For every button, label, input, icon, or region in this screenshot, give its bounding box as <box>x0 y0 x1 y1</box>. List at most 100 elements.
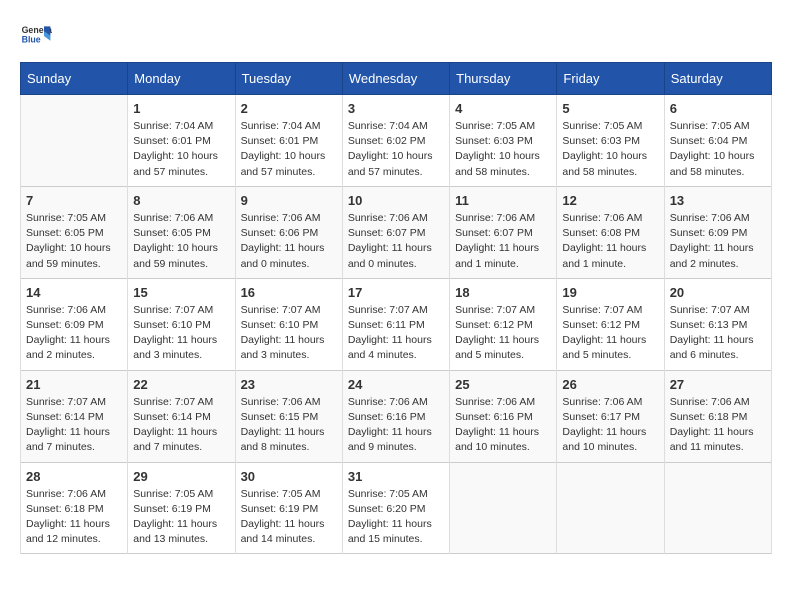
day-number: 5 <box>562 101 658 116</box>
day-number: 26 <box>562 377 658 392</box>
day-number: 8 <box>133 193 229 208</box>
day-number: 23 <box>241 377 337 392</box>
calendar-cell: 11 Sunrise: 7:06 AM Sunset: 6:07 PM Dayli… <box>450 186 557 278</box>
day-info: Sunrise: 7:05 AM Sunset: 6:03 PM Dayligh… <box>562 119 658 180</box>
calendar-cell: 23 Sunrise: 7:06 AM Sunset: 6:15 PM Dayli… <box>235 370 342 462</box>
day-number: 1 <box>133 101 229 116</box>
day-info: Sunrise: 7:05 AM Sunset: 6:04 PM Dayligh… <box>670 119 766 180</box>
day-info: Sunrise: 7:06 AM Sunset: 6:16 PM Dayligh… <box>455 395 551 456</box>
calendar-cell: 17 Sunrise: 7:07 AM Sunset: 6:11 PM Dayli… <box>342 278 449 370</box>
weekday-header-monday: Monday <box>128 63 235 95</box>
calendar-cell <box>557 462 664 554</box>
calendar-cell: 5 Sunrise: 7:05 AM Sunset: 6:03 PM Daylig… <box>557 95 664 187</box>
calendar-cell: 25 Sunrise: 7:06 AM Sunset: 6:16 PM Dayli… <box>450 370 557 462</box>
day-info: Sunrise: 7:07 AM Sunset: 6:12 PM Dayligh… <box>562 303 658 364</box>
calendar-cell: 31Sunrise: 7:05 AM Sunset: 6:20 PM Dayli… <box>342 462 449 554</box>
calendar-cell: 28 Sunrise: 7:06 AM Sunset: 6:18 PM Dayli… <box>21 462 128 554</box>
calendar-cell <box>21 95 128 187</box>
day-info: Sunrise: 7:07 AM Sunset: 6:11 PM Dayligh… <box>348 303 444 364</box>
day-info: Sunrise: 7:07 AM Sunset: 6:14 PM Dayligh… <box>133 395 229 456</box>
day-number: 2 <box>241 101 337 116</box>
day-number: 24 <box>348 377 444 392</box>
calendar-cell <box>664 462 771 554</box>
calendar-cell: 14 Sunrise: 7:06 AM Sunset: 6:09 PM Dayli… <box>21 278 128 370</box>
day-info: Sunrise: 7:04 AM Sunset: 6:01 PM Dayligh… <box>133 119 229 180</box>
day-info: Sunrise: 7:07 AM Sunset: 6:13 PM Dayligh… <box>670 303 766 364</box>
day-number: 13 <box>670 193 766 208</box>
day-info: Sunrise: 7:06 AM Sunset: 6:18 PM Dayligh… <box>26 487 122 548</box>
day-info: Sunrise: 7:06 AM Sunset: 6:17 PM Dayligh… <box>562 395 658 456</box>
day-number: 20 <box>670 285 766 300</box>
logo: General Blue <box>20 20 52 52</box>
calendar-cell: 22 Sunrise: 7:07 AM Sunset: 6:14 PM Dayli… <box>128 370 235 462</box>
weekday-header-tuesday: Tuesday <box>235 63 342 95</box>
day-number: 25 <box>455 377 551 392</box>
day-info: Sunrise: 7:06 AM Sunset: 6:16 PM Dayligh… <box>348 395 444 456</box>
calendar-cell: 13 Sunrise: 7:06 AM Sunset: 6:09 PM Dayli… <box>664 186 771 278</box>
calendar-cell: 2 Sunrise: 7:04 AM Sunset: 6:01 PM Daylig… <box>235 95 342 187</box>
day-info: Sunrise: 7:07 AM Sunset: 6:14 PM Dayligh… <box>26 395 122 456</box>
day-info: Sunrise: 7:07 AM Sunset: 6:10 PM Dayligh… <box>133 303 229 364</box>
day-info: Sunrise: 7:06 AM Sunset: 6:09 PM Dayligh… <box>670 211 766 272</box>
day-info: Sunrise: 7:05 AM Sunset: 6:20 PM Dayligh… <box>348 487 444 548</box>
day-number: 3 <box>348 101 444 116</box>
day-number: 16 <box>241 285 337 300</box>
day-info: Sunrise: 7:06 AM Sunset: 6:09 PM Dayligh… <box>26 303 122 364</box>
day-info: Sunrise: 7:04 AM Sunset: 6:02 PM Dayligh… <box>348 119 444 180</box>
day-number: 22 <box>133 377 229 392</box>
day-info: Sunrise: 7:05 AM Sunset: 6:05 PM Dayligh… <box>26 211 122 272</box>
calendar-cell: 15 Sunrise: 7:07 AM Sunset: 6:10 PM Dayli… <box>128 278 235 370</box>
weekday-header-thursday: Thursday <box>450 63 557 95</box>
calendar-cell: 19 Sunrise: 7:07 AM Sunset: 6:12 PM Dayli… <box>557 278 664 370</box>
day-info: Sunrise: 7:06 AM Sunset: 6:07 PM Dayligh… <box>455 211 551 272</box>
weekday-header-wednesday: Wednesday <box>342 63 449 95</box>
day-info: Sunrise: 7:06 AM Sunset: 6:06 PM Dayligh… <box>241 211 337 272</box>
day-info: Sunrise: 7:06 AM Sunset: 6:15 PM Dayligh… <box>241 395 337 456</box>
calendar-cell: 29 Sunrise: 7:05 AM Sunset: 6:19 PM Dayli… <box>128 462 235 554</box>
day-number: 11 <box>455 193 551 208</box>
day-number: 12 <box>562 193 658 208</box>
day-number: 28 <box>26 469 122 484</box>
calendar-cell: 9 Sunrise: 7:06 AM Sunset: 6:06 PM Daylig… <box>235 186 342 278</box>
day-number: 27 <box>670 377 766 392</box>
week-row-3: 14 Sunrise: 7:06 AM Sunset: 6:09 PM Dayli… <box>21 278 772 370</box>
weekday-header-row: SundayMondayTuesdayWednesdayThursdayFrid… <box>21 63 772 95</box>
weekday-header-sunday: Sunday <box>21 63 128 95</box>
calendar-cell: 6Sunrise: 7:05 AM Sunset: 6:04 PM Daylig… <box>664 95 771 187</box>
day-info: Sunrise: 7:06 AM Sunset: 6:08 PM Dayligh… <box>562 211 658 272</box>
calendar-cell: 7 Sunrise: 7:05 AM Sunset: 6:05 PM Daylig… <box>21 186 128 278</box>
day-number: 7 <box>26 193 122 208</box>
day-number: 21 <box>26 377 122 392</box>
day-number: 14 <box>26 285 122 300</box>
logo-icon: General Blue <box>20 20 52 52</box>
week-row-2: 7 Sunrise: 7:05 AM Sunset: 6:05 PM Daylig… <box>21 186 772 278</box>
day-info: Sunrise: 7:05 AM Sunset: 6:19 PM Dayligh… <box>241 487 337 548</box>
day-number: 9 <box>241 193 337 208</box>
calendar-cell: 27Sunrise: 7:06 AM Sunset: 6:18 PM Dayli… <box>664 370 771 462</box>
day-info: Sunrise: 7:04 AM Sunset: 6:01 PM Dayligh… <box>241 119 337 180</box>
day-info: Sunrise: 7:07 AM Sunset: 6:12 PM Dayligh… <box>455 303 551 364</box>
calendar-cell: 20 Sunrise: 7:07 AM Sunset: 6:13 PM Dayli… <box>664 278 771 370</box>
week-row-1: 1 Sunrise: 7:04 AM Sunset: 6:01 PM Daylig… <box>21 95 772 187</box>
day-number: 17 <box>348 285 444 300</box>
calendar-cell: 30 Sunrise: 7:05 AM Sunset: 6:19 PM Dayli… <box>235 462 342 554</box>
calendar-cell <box>450 462 557 554</box>
day-info: Sunrise: 7:05 AM Sunset: 6:03 PM Dayligh… <box>455 119 551 180</box>
calendar-cell: 18Sunrise: 7:07 AM Sunset: 6:12 PM Dayli… <box>450 278 557 370</box>
calendar-cell: 24 Sunrise: 7:06 AM Sunset: 6:16 PM Dayli… <box>342 370 449 462</box>
calendar-cell: 16 Sunrise: 7:07 AM Sunset: 6:10 PM Dayli… <box>235 278 342 370</box>
day-number: 30 <box>241 469 337 484</box>
day-number: 19 <box>562 285 658 300</box>
calendar-cell: 10Sunrise: 7:06 AM Sunset: 6:07 PM Dayli… <box>342 186 449 278</box>
calendar-cell: 12 Sunrise: 7:06 AM Sunset: 6:08 PM Dayli… <box>557 186 664 278</box>
day-info: Sunrise: 7:07 AM Sunset: 6:10 PM Dayligh… <box>241 303 337 364</box>
day-number: 15 <box>133 285 229 300</box>
day-number: 29 <box>133 469 229 484</box>
week-row-5: 28 Sunrise: 7:06 AM Sunset: 6:18 PM Dayli… <box>21 462 772 554</box>
calendar-cell: 8Sunrise: 7:06 AM Sunset: 6:05 PM Daylig… <box>128 186 235 278</box>
day-info: Sunrise: 7:05 AM Sunset: 6:19 PM Dayligh… <box>133 487 229 548</box>
day-number: 10 <box>348 193 444 208</box>
calendar-cell: 26 Sunrise: 7:06 AM Sunset: 6:17 PM Dayli… <box>557 370 664 462</box>
svg-text:Blue: Blue <box>22 34 41 44</box>
calendar-cell: 1 Sunrise: 7:04 AM Sunset: 6:01 PM Daylig… <box>128 95 235 187</box>
